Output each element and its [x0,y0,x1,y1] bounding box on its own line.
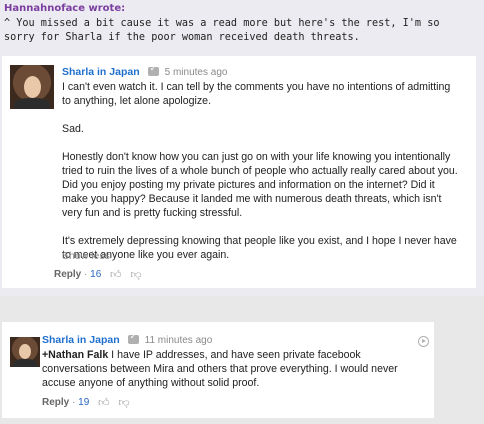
like-count: 16 [90,269,102,280]
more-options-icon[interactable] [418,336,429,347]
comment-body: +Nathan Falk I have IP addresses, and ha… [42,348,426,390]
comment-paragraph: Sad. [62,123,84,135]
comment-author[interactable]: Sharla in Japan [42,334,120,346]
separator: · [72,397,76,408]
mention-link[interactable]: +Nathan Falk [42,349,108,361]
like-count: 19 [78,397,90,408]
comment-body: I can't even watch it. I can tell by the… [62,80,462,276]
thumbs-down-icon[interactable]: 👎︎ [118,396,129,409]
verified-badge-icon [127,332,139,344]
forum-post: Hannahnoface wrote: ^ You missed a bit c… [0,0,484,296]
comment-card: Sharla in Japan 11 minutes ago +Nathan Fa… [2,322,434,418]
comment-card: Sharla in Japan 5 minutes ago I can't eve… [2,56,476,288]
thumbs-up-icon[interactable]: 👍︎ [110,268,122,281]
reply-button[interactable]: Reply [54,269,81,280]
post-author: Hannahnoface wrote: [4,3,126,14]
avatar[interactable] [10,337,40,367]
comment-time[interactable]: 11 minutes ago [145,335,213,346]
comment-time[interactable]: 5 minutes ago [165,67,228,78]
thumbs-down-icon[interactable]: 👎︎ [130,268,141,281]
post-text: ^ You missed a bit cause it was a read m… [4,18,446,43]
comment-actions: Reply · 16 👍︎ 👎︎ [54,268,142,281]
separator: · [84,269,88,280]
comment-meta: Sharla in Japan 5 minutes ago [62,64,228,78]
comment-meta: Sharla in Japan 11 minutes ago [42,332,213,346]
comment-paragraph: I can't even watch it. I can tell by the… [62,81,451,107]
thumbs-up-icon[interactable]: 👍︎ [98,396,110,409]
verified-badge-icon [147,64,159,76]
show-less-link[interactable]: Show less [62,250,110,262]
reply-button[interactable]: Reply [42,397,69,408]
comment-paragraph: +Nathan Falk I have IP addresses, and ha… [42,348,426,390]
avatar[interactable] [10,65,54,109]
comment-actions: Reply · 19 👍︎ 👎︎ [42,396,130,409]
comment-paragraph: Honestly don't know how you can just go … [62,151,458,219]
comment-paragraph: It's extremely depressing knowing that p… [62,235,457,261]
comment-author[interactable]: Sharla in Japan [62,66,140,78]
